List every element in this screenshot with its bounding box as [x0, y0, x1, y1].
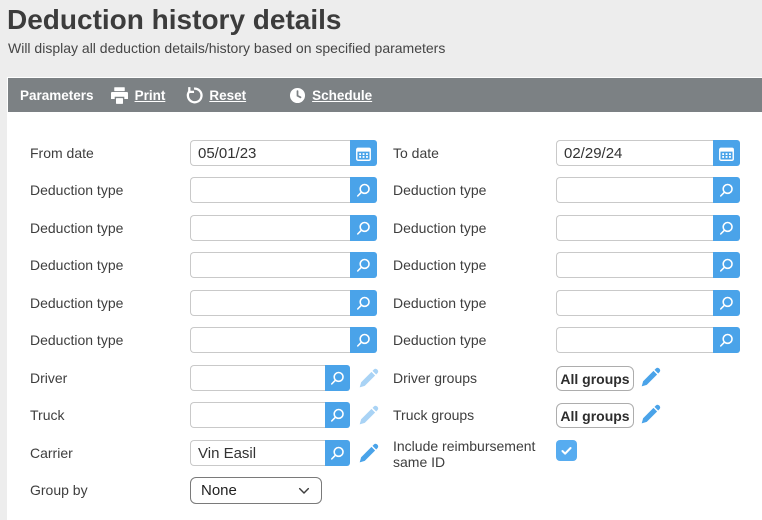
left-margin-strip: [0, 0, 7, 520]
deduction-type-search-button[interactable]: [713, 290, 740, 316]
calendar-icon: [717, 144, 736, 163]
group-by-select[interactable]: None: [190, 477, 322, 504]
pencil-icon: [639, 366, 662, 389]
group-by-selected-value: None: [201, 482, 237, 499]
search-icon: [328, 406, 347, 425]
truck-groups-label: Truck groups: [393, 407, 474, 423]
search-icon: [354, 256, 373, 275]
schedule-button[interactable]: Schedule: [288, 86, 372, 105]
from-date-input[interactable]: [190, 140, 350, 166]
deduction-type-input[interactable]: [190, 215, 350, 241]
deduction-type-label: Deduction type: [393, 295, 486, 311]
deduction-type-input[interactable]: [190, 177, 350, 203]
to-date-picker-button[interactable]: [713, 140, 740, 166]
search-icon: [717, 256, 736, 275]
carrier-input[interactable]: [190, 440, 325, 466]
carrier-label: Carrier: [30, 445, 73, 461]
driver-input[interactable]: [190, 365, 325, 391]
deduction-type-search-button[interactable]: [350, 252, 377, 278]
deduction-type-input[interactable]: [556, 252, 713, 278]
search-icon: [354, 181, 373, 200]
deduction-type-input[interactable]: [556, 177, 713, 203]
from-date-label: From date: [30, 145, 94, 161]
truck-groups-edit-pencil-icon[interactable]: [639, 403, 662, 426]
driver-search-button[interactable]: [325, 365, 350, 391]
calendar-icon: [354, 144, 373, 163]
schedule-label: Schedule: [312, 88, 372, 103]
driver-groups-button[interactable]: All groups: [556, 366, 634, 391]
driver-edit-pencil-icon[interactable]: [357, 367, 380, 390]
reset-arrow-icon: [183, 85, 204, 106]
group-by-label: Group by: [30, 482, 88, 498]
deduction-type-input[interactable]: [190, 327, 350, 353]
carrier-search-button[interactable]: [325, 440, 350, 466]
search-icon: [717, 294, 736, 313]
deduction-type-search-button[interactable]: [350, 177, 377, 203]
search-icon: [354, 331, 373, 350]
search-icon: [717, 331, 736, 350]
to-date-input[interactable]: [556, 140, 713, 166]
to-date-label: To date: [393, 145, 439, 161]
pencil-icon: [357, 367, 380, 390]
chevron-down-icon: [296, 483, 312, 499]
deduction-type-input[interactable]: [556, 327, 713, 353]
search-icon: [717, 219, 736, 238]
carrier-edit-pencil-icon[interactable]: [357, 442, 380, 465]
printer-icon: [109, 85, 130, 106]
search-icon: [354, 294, 373, 313]
deduction-type-label: Deduction type: [393, 332, 486, 348]
deduction-type-label: Deduction type: [30, 182, 123, 198]
driver-groups-edit-pencil-icon[interactable]: [639, 366, 662, 389]
deduction-type-input[interactable]: [556, 290, 713, 316]
truck-search-button[interactable]: [325, 402, 350, 428]
truck-groups-button[interactable]: All groups: [556, 403, 634, 428]
deduction-type-search-button[interactable]: [713, 327, 740, 353]
pencil-icon: [639, 403, 662, 426]
deduction-type-label: Deduction type: [393, 182, 486, 198]
deduction-type-search-button[interactable]: [713, 215, 740, 241]
deduction-type-label: Deduction type: [30, 220, 123, 236]
checkmark-icon: [559, 443, 574, 458]
include-reimbursement-checkbox[interactable]: [556, 440, 577, 461]
truck-edit-pencil-icon[interactable]: [357, 404, 380, 427]
pencil-icon: [357, 404, 380, 427]
driver-label: Driver: [30, 370, 67, 386]
print-button[interactable]: Print: [109, 85, 166, 106]
deduction-type-search-button[interactable]: [713, 252, 740, 278]
deduction-type-search-button[interactable]: [713, 177, 740, 203]
page-subtitle: Will display all deduction details/histo…: [8, 40, 445, 56]
deduction-type-search-button[interactable]: [350, 215, 377, 241]
search-icon: [354, 219, 373, 238]
clock-icon: [288, 86, 307, 105]
truck-input[interactable]: [190, 402, 325, 428]
from-date-picker-button[interactable]: [350, 140, 377, 166]
print-label: Print: [135, 88, 166, 103]
parameters-caption: Parameters: [20, 88, 94, 103]
deduction-type-input[interactable]: [190, 290, 350, 316]
page-title: Deduction history details: [7, 4, 342, 36]
reset-button[interactable]: Reset: [183, 85, 246, 106]
deduction-type-label: Deduction type: [30, 295, 123, 311]
deduction-type-label: Deduction type: [30, 332, 123, 348]
deduction-type-search-button[interactable]: [350, 290, 377, 316]
toolbar: Parameters Print Reset Schedule: [8, 78, 762, 112]
deduction-type-input[interactable]: [556, 215, 713, 241]
reset-label: Reset: [209, 88, 246, 103]
search-icon: [328, 369, 347, 388]
include-reimbursement-label: Include reimbursement same ID: [393, 438, 548, 470]
deduction-type-label: Deduction type: [393, 220, 486, 236]
report-parameters-page: Deduction history details Will display a…: [0, 0, 762, 520]
truck-label: Truck: [30, 407, 64, 423]
pencil-icon: [357, 442, 380, 465]
search-icon: [717, 181, 736, 200]
deduction-type-input[interactable]: [190, 252, 350, 278]
search-icon: [328, 444, 347, 463]
driver-groups-label: Driver groups: [393, 370, 477, 386]
deduction-type-search-button[interactable]: [350, 327, 377, 353]
deduction-type-label: Deduction type: [393, 257, 486, 273]
deduction-type-label: Deduction type: [30, 257, 123, 273]
